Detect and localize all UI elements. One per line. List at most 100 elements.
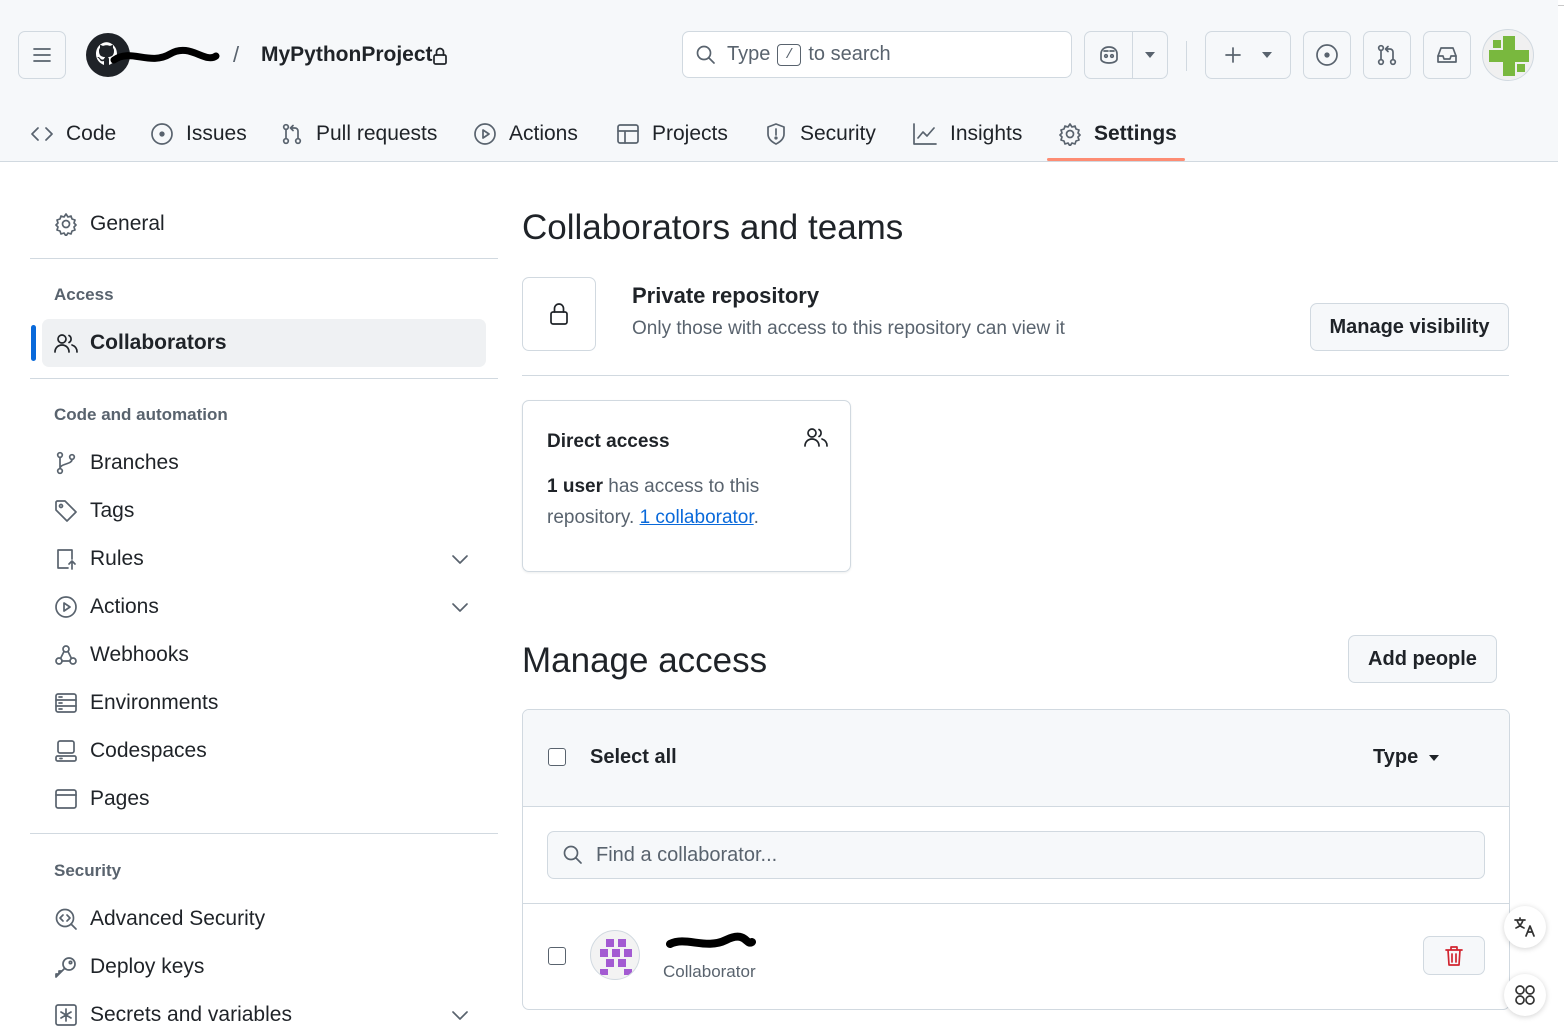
key-icon [54,955,78,979]
sidebar-heading-access: Access [54,285,114,304]
tab-insights[interactable]: Insights [912,106,1022,162]
collaborator-checkbox[interactable] [548,947,566,965]
tab-code[interactable]: Code [30,106,116,162]
lock-icon [431,46,449,66]
sidebar-divider [30,258,498,259]
sidebar-heading-security: Security [54,861,122,880]
breadcrumb-separator: / [233,42,240,67]
select-all-checkbox[interactable] [548,748,566,766]
tab-projects[interactable]: Projects [616,106,728,162]
collaborator-role: Collaborator [663,962,756,981]
sidebar-item-label: Webhooks [90,643,189,666]
play-icon [54,595,78,619]
sidebar-divider [30,378,498,379]
section-divider [522,375,1509,376]
collaborator-count-link[interactable]: 1 collaborator [640,507,754,528]
graph-icon [912,122,938,146]
sidebar-item-codespaces[interactable]: Codespaces [42,727,486,775]
page-title: Collaborators and teams [522,208,904,247]
webhook-icon [54,643,78,667]
your-issues-button[interactable] [1303,31,1351,79]
add-people-button[interactable]: Add people [1348,635,1497,683]
tab-actions[interactable]: Actions [473,106,578,162]
find-collaborator-input[interactable]: Find a collaborator... [547,831,1485,879]
direct-access-card: Direct access 1 user has access to this … [522,400,851,572]
copilot-button[interactable] [1085,32,1133,78]
select-all-label: Select all [590,746,677,768]
user-avatar-button[interactable] [1482,29,1534,81]
shield-icon [764,122,788,146]
copilot-dropdown-button[interactable] [1133,32,1167,78]
active-tab-indicator [1047,158,1185,161]
private-repo-lock-box [522,277,596,351]
manage-access-title: Manage access [522,641,768,680]
sidebar-divider [30,833,498,834]
avatar[interactable] [590,930,640,980]
translate-icon [1513,915,1537,939]
people-icon [804,426,828,448]
access-list-header: Select all Type [523,710,1509,807]
people-icon [54,332,78,354]
sidebar-item-collaborators[interactable]: Collaborators [42,319,486,367]
translate-button[interactable] [1504,906,1546,948]
tab-settings[interactable]: Settings [1058,106,1177,162]
remove-collaborator-button[interactable] [1423,936,1485,975]
browser-icon [54,788,78,810]
active-item-indicator [31,325,36,361]
create-new-button[interactable] [1205,31,1291,79]
tab-label: Actions [509,122,578,145]
menu-button[interactable] [18,31,66,79]
hamburger-icon [31,44,53,66]
search-input[interactable]: Type / to search [682,31,1072,78]
inbox-button[interactable] [1423,31,1471,79]
sidebar-item-secrets-variables[interactable]: Secrets and variables [42,991,486,1034]
sidebar-item-tags[interactable]: Tags [42,487,486,535]
sidebar-item-advanced-security[interactable]: Advanced Security [42,895,486,943]
tab-label: Insights [950,122,1023,145]
sidebar-item-label: Rules [90,547,144,570]
sidebar-item-label: Environments [90,691,219,714]
tab-pull-requests[interactable]: Pull requests [280,106,437,162]
sidebar-item-branches[interactable]: Branches [42,439,486,487]
git-pull-request-icon [1375,43,1399,67]
type-filter-dropdown[interactable]: Type [1373,746,1440,769]
sidebar-item-label: Collaborators [90,331,227,354]
sidebar-item-rules[interactable]: Rules [42,535,486,583]
manage-visibility-button[interactable]: Manage visibility [1310,303,1509,351]
tab-label: Settings [1094,122,1177,145]
extension-icon [1513,983,1537,1007]
plus-icon [1223,45,1243,65]
tab-label: Pull requests [316,122,438,145]
triangle-down-icon [1144,51,1156,59]
sidebar-item-environments[interactable]: Environments [42,679,486,727]
search-icon [562,844,584,866]
sidebar-item-label: Tags [90,499,135,522]
repo-name-link[interactable]: MyPythonProject [261,43,433,67]
git-branch-icon [54,451,78,475]
sidebar-item-deploy-keys[interactable]: Deploy keys [42,943,486,991]
issue-opened-icon [150,122,174,146]
extension-button[interactable] [1504,974,1546,1016]
sidebar-item-label: Branches [90,451,179,474]
codespaces-icon [54,739,78,763]
tab-security[interactable]: Security [764,106,876,162]
chevron-down-icon[interactable] [448,601,472,613]
sidebar-item-pages[interactable]: Pages [42,775,486,823]
sidebar-item-webhooks[interactable]: Webhooks [42,631,486,679]
manage-access-box: Select all Type Find a collaborator... C… [522,709,1510,1010]
find-collaborator-placeholder: Find a collaborator... [596,843,778,866]
gear-icon [1058,122,1082,146]
direct-access-text: 1 user has access to this repository. 1 … [547,471,837,533]
chevron-down-icon[interactable] [448,1009,472,1021]
sidebar-item-actions[interactable]: Actions [42,583,486,631]
search-shortcut-key: / [777,43,802,66]
your-pull-requests-button[interactable] [1363,31,1411,79]
username-redaction[interactable] [666,932,756,954]
direct-access-end-text: . [753,507,759,528]
sidebar-item-general[interactable]: General [42,200,486,248]
asterisk-box-icon [54,1003,78,1027]
lock-icon [548,301,570,327]
sidebar-item-label: Deploy keys [90,955,205,978]
tab-issues[interactable]: Issues [150,106,247,162]
chevron-down-icon[interactable] [448,553,472,565]
